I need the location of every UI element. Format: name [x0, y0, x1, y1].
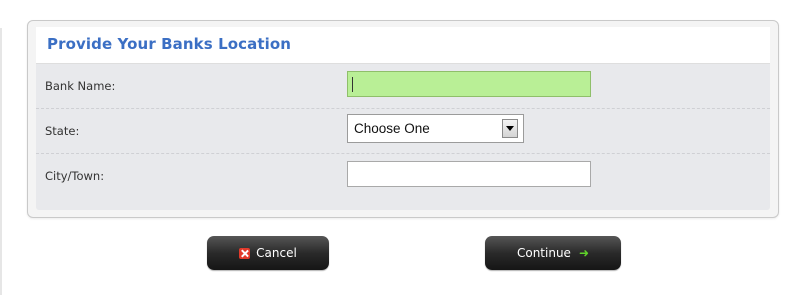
state-selected-value: Choose One	[354, 121, 430, 136]
continue-button[interactable]: Continue ➜	[485, 236, 621, 270]
bank-name-row: Bank Name:	[36, 64, 770, 109]
state-row: State: Choose One	[36, 109, 770, 154]
bank-name-input[interactable]	[347, 71, 591, 97]
arrow-right-icon: ➜	[578, 246, 590, 260]
left-border-rule	[0, 28, 2, 295]
panel-header: Provide Your Banks Location	[36, 27, 770, 64]
state-label: State:	[45, 124, 80, 138]
continue-button-label: Continue	[516, 246, 571, 260]
close-icon	[239, 247, 251, 259]
bank-location-panel: Provide Your Banks Location Bank Name: S…	[27, 20, 779, 218]
bank-location-form: Provide Your Banks Location Bank Name: S…	[36, 27, 770, 210]
cancel-button-label: Cancel	[256, 246, 297, 260]
city-town-row: City/Town:	[36, 154, 770, 198]
city-town-input[interactable]	[347, 161, 591, 187]
state-select[interactable]: Choose One	[347, 114, 524, 143]
text-caret	[352, 77, 353, 92]
chevron-down-icon[interactable]	[502, 119, 518, 138]
panel-title: Provide Your Banks Location	[47, 35, 292, 53]
cancel-button[interactable]: Cancel	[207, 236, 329, 270]
city-town-label: City/Town:	[45, 169, 105, 183]
bank-name-label: Bank Name:	[45, 79, 116, 93]
